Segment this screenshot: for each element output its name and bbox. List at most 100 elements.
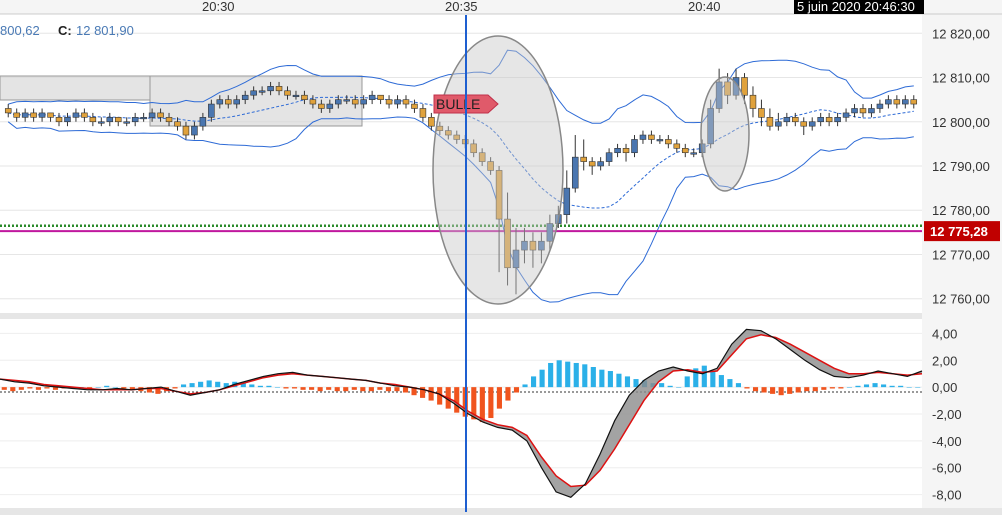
close-value-text: 12 801,90 (76, 23, 134, 38)
histogram-bar (710, 371, 716, 388)
histogram-bar (496, 387, 502, 409)
candle-body (326, 103, 334, 109)
candle-body (411, 103, 418, 109)
candle-body (868, 108, 875, 114)
candle-body (775, 121, 782, 127)
histogram-bar (684, 376, 690, 388)
candle-body (800, 121, 808, 127)
histogram-bar (95, 387, 101, 388)
bottom-border (0, 508, 1002, 515)
histogram-bar (112, 387, 118, 388)
bubble-ellipse-small[interactable] (700, 76, 750, 192)
candle-body (292, 94, 300, 98)
histogram-bar (812, 387, 818, 392)
price-tick-label: 12 770,00 (932, 247, 990, 262)
candle-body (631, 139, 638, 154)
histogram-bar (846, 387, 852, 388)
histogram-bar (804, 387, 810, 392)
price-tick-label: 12 800,00 (932, 115, 990, 130)
current-price-badge[interactable]: 12 775,28 (924, 221, 1000, 242)
histogram-bar (556, 360, 562, 388)
candle-body (89, 117, 97, 123)
histogram-bar (778, 387, 784, 396)
histogram-bar (104, 385, 110, 388)
histogram-bar (548, 362, 554, 388)
histogram-bar (198, 381, 204, 388)
candle-body (55, 117, 63, 123)
candle-body (360, 99, 367, 105)
macd-tick-label: 4,00 (932, 326, 957, 341)
histogram-bar (727, 379, 733, 388)
candle-body (885, 99, 892, 105)
histogram-bar (770, 387, 776, 394)
price-tick-label: 12 810,00 (932, 71, 990, 86)
histogram-bar (300, 387, 306, 390)
histogram-bar (616, 373, 622, 388)
histogram-bar (624, 376, 631, 388)
histogram-bar (394, 387, 400, 392)
candle-body (309, 99, 317, 105)
histogram-bar (505, 387, 511, 401)
histogram-bar (35, 387, 41, 390)
candle-body (749, 94, 757, 109)
histogram-bar (915, 387, 921, 388)
histogram-bar (385, 387, 391, 392)
histogram-bar (787, 387, 793, 394)
candle-body (165, 117, 173, 123)
candle-body (682, 148, 689, 154)
histogram-bar (829, 387, 835, 389)
histogram-bar (795, 387, 801, 393)
candle-body (267, 86, 274, 92)
histogram-bar (368, 387, 374, 392)
histogram-bar (121, 387, 127, 389)
histogram-bar (283, 387, 289, 389)
histogram-bar (744, 387, 750, 389)
candle-body (622, 148, 630, 154)
candle-body (639, 134, 647, 140)
histogram-bar (838, 387, 844, 389)
trading-chart[interactable]: BULLE 20:30 20:35 20:40 5 juin 2020 20:4… (0, 0, 1002, 515)
macd-tick-label: -6,00 (932, 461, 962, 476)
bubble-ellipse-large[interactable] (432, 35, 564, 305)
candle-body (893, 99, 901, 105)
histogram-bar (1, 387, 7, 390)
macd-tick-label: -8,00 (932, 488, 962, 503)
candle-body (98, 121, 105, 124)
histogram-bar (513, 387, 520, 393)
candle-body (808, 121, 816, 127)
candle-body (148, 112, 156, 118)
candle-body (588, 161, 596, 167)
candle-body (72, 112, 80, 118)
candle-body (842, 112, 850, 118)
candle-body (741, 77, 748, 96)
candle-body (394, 99, 401, 105)
histogram-bar (718, 375, 724, 388)
candle-body (690, 152, 697, 155)
candle-body (258, 90, 266, 93)
histogram-bar (360, 387, 366, 392)
candle-body (174, 121, 181, 127)
histogram-bar (531, 376, 537, 388)
candle-body (792, 117, 799, 123)
candle-body (81, 112, 88, 118)
histogram-bar (206, 380, 212, 388)
candle-body (47, 112, 54, 118)
histogram-bar (659, 383, 665, 388)
histogram-bar (488, 387, 494, 419)
histogram-bar (573, 362, 579, 388)
histogram-bar (334, 387, 340, 392)
histogram-bar (522, 384, 528, 388)
close-key-label: C: (58, 23, 72, 38)
price-tick-label: 12 760,00 (932, 292, 990, 307)
time-label-2030: 20:30 (202, 0, 235, 14)
candle-body (335, 99, 342, 105)
bulle-label: BULLE (436, 96, 480, 112)
candle-body (571, 156, 579, 189)
candle-body (131, 117, 139, 123)
candle-body (301, 94, 308, 100)
candle-body (910, 99, 918, 105)
candle-body (817, 117, 824, 123)
candle-body (648, 134, 655, 140)
candle-body (419, 108, 427, 118)
panel-divider[interactable] (0, 313, 922, 319)
